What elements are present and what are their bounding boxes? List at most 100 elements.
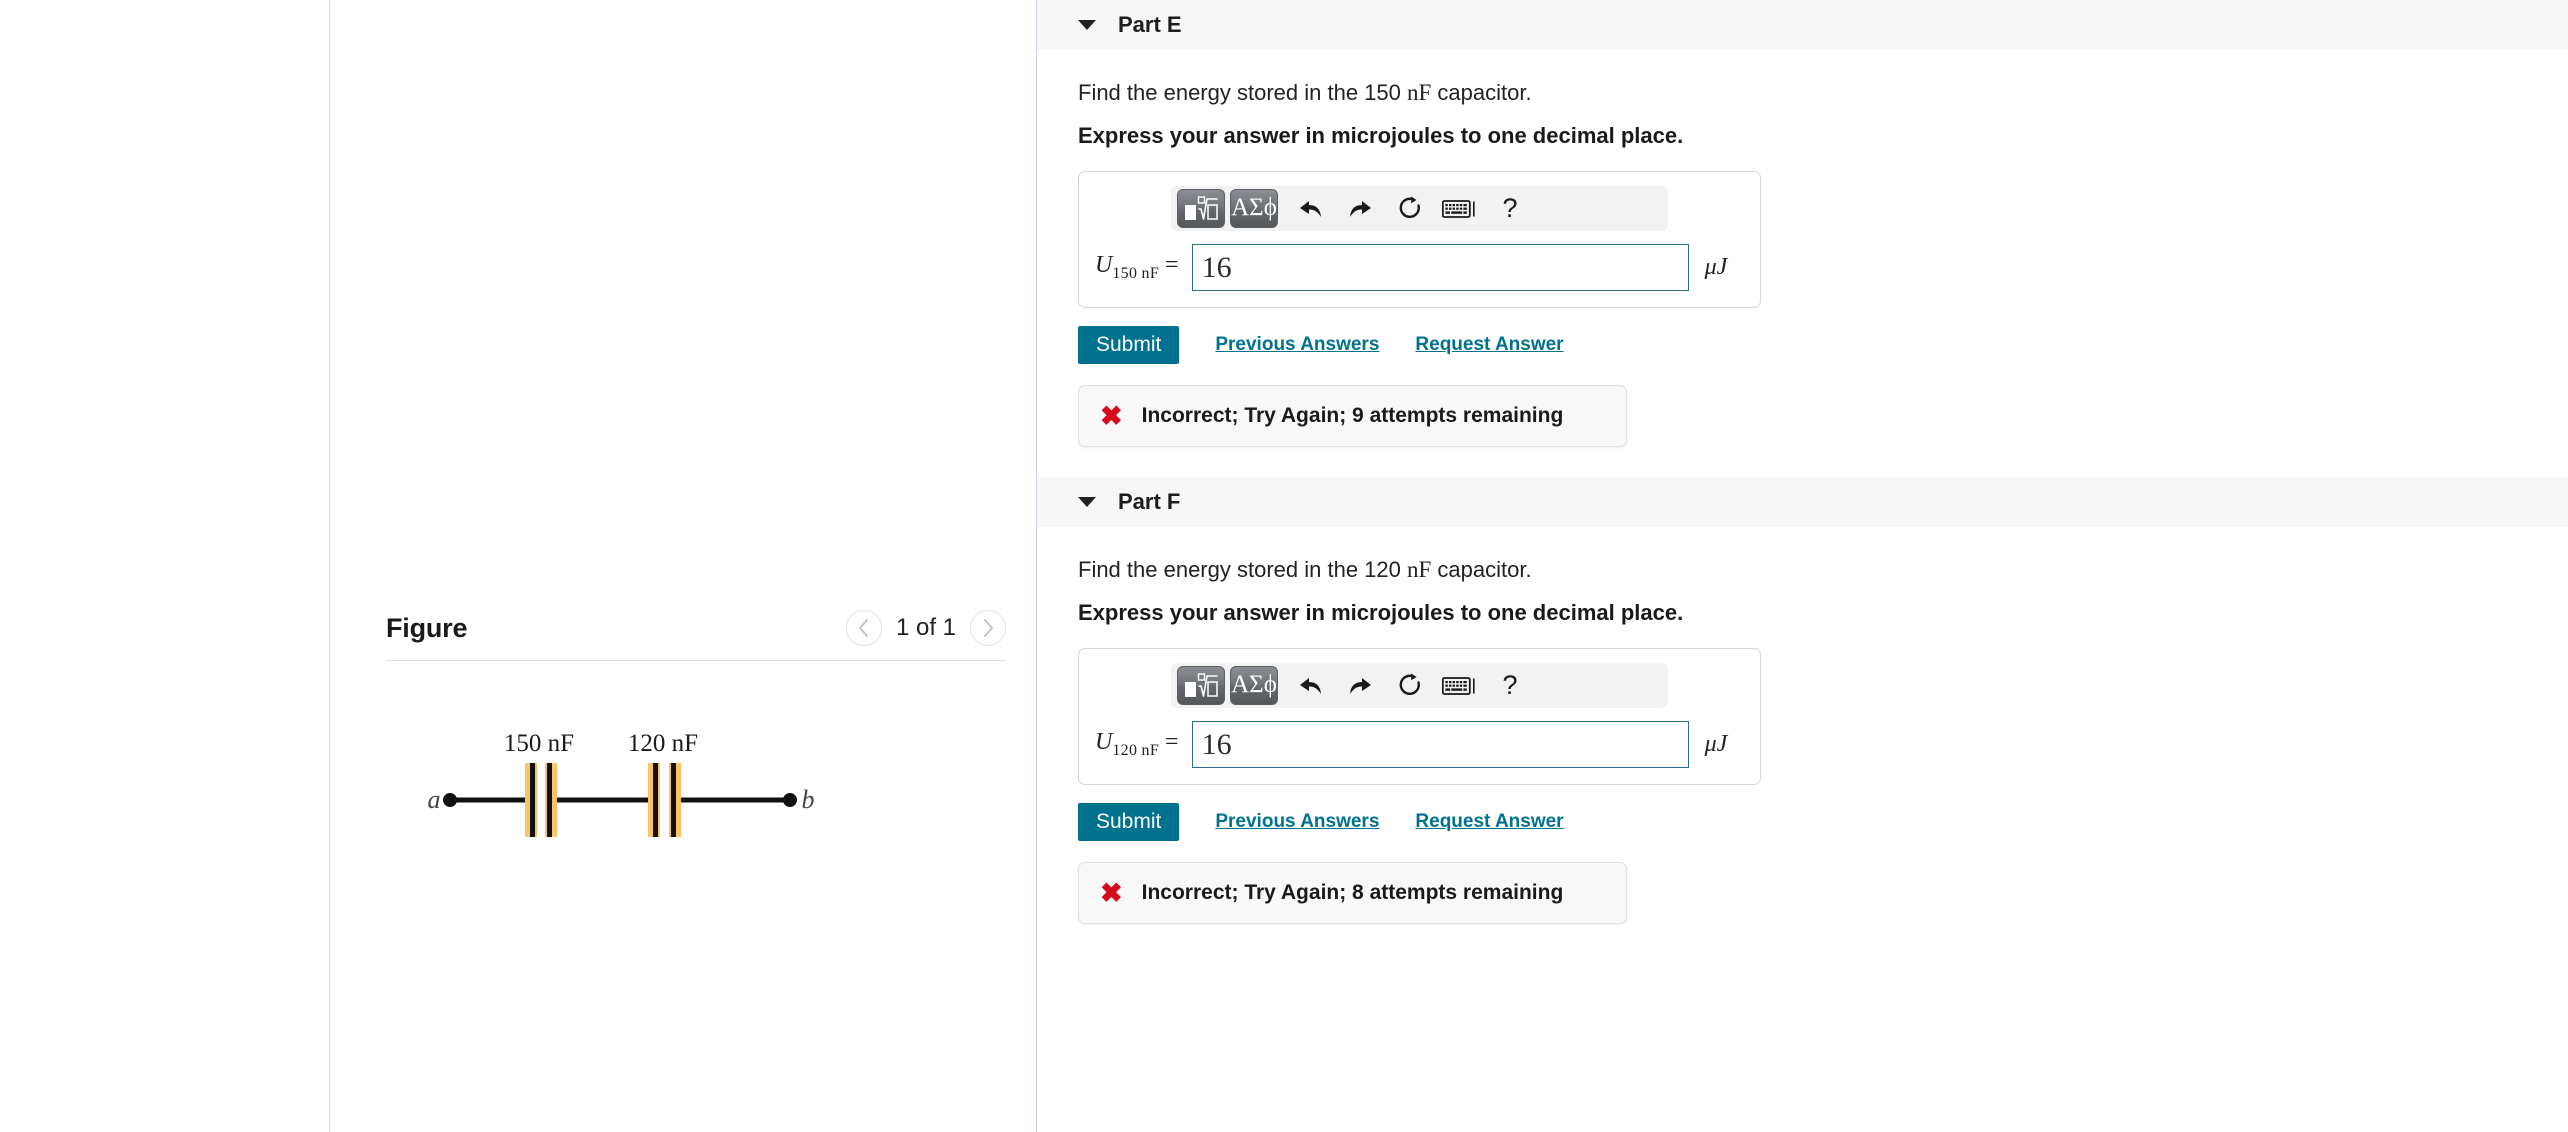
part-f-answer-row: U120 nF = μJ bbox=[1095, 721, 1744, 768]
part-e-answer-input[interactable] bbox=[1191, 244, 1689, 291]
part-e-prompt-unit: nF bbox=[1407, 80, 1432, 105]
part-e-header[interactable]: Part E bbox=[1037, 0, 2568, 50]
caret-down-icon[interactable] bbox=[1078, 497, 1096, 507]
math-template-glyph bbox=[1185, 672, 1218, 697]
part-f-variable-label: U120 nF = bbox=[1095, 729, 1179, 760]
greek-symbols-label: ΑΣϕ bbox=[1231, 194, 1277, 221]
part-f-variable-symbol: U bbox=[1095, 729, 1113, 756]
page-root: Figure 1 of 1 150 nF 120 nF a b Part E F… bbox=[0, 0, 2568, 1132]
figure-counter: 1 of 1 bbox=[895, 614, 956, 641]
part-f-answer-box: ΑΣϕ ? U120 nF = 16 μJ bbox=[1078, 648, 1761, 785]
redo-button[interactable] bbox=[1337, 666, 1383, 705]
undo-button[interactable] bbox=[1287, 189, 1333, 228]
redo-button[interactable] bbox=[1337, 189, 1383, 228]
reset-button[interactable] bbox=[1387, 666, 1433, 705]
part-f-feedback-text: Incorrect; Try Again; 8 attempts remaini… bbox=[1141, 881, 1564, 904]
capacitor-1-plate-left bbox=[530, 763, 535, 837]
help-button[interactable]: ? bbox=[1487, 189, 1533, 228]
chevron-right-icon bbox=[983, 619, 993, 637]
redo-icon bbox=[1349, 677, 1371, 694]
terminal-dot-a bbox=[443, 793, 457, 807]
keyboard-button[interactable] bbox=[1437, 189, 1483, 228]
part-e-answer-row: U150 nF = μJ bbox=[1095, 244, 1744, 291]
part-f-body: Find the energy stored in the 120 nF cap… bbox=[1037, 557, 2568, 924]
help-label: ? bbox=[1502, 193, 1518, 223]
redo-icon bbox=[1349, 200, 1371, 217]
help-label: ? bbox=[1502, 670, 1518, 700]
figure-prev-button[interactable] bbox=[845, 610, 882, 646]
part-f-prompt: Find the energy stored in the 120 nF cap… bbox=[1078, 557, 2568, 583]
part-e-prompt-after: capacitor. bbox=[1431, 80, 1532, 105]
figure-navigation: 1 of 1 bbox=[845, 610, 1036, 646]
reset-button[interactable] bbox=[1387, 189, 1433, 228]
part-e-actions: Submit Previous Answers Request Answer bbox=[1078, 326, 2568, 364]
part-f-math-toolbar: ΑΣϕ ? bbox=[1171, 663, 1668, 708]
part-e-instruction: Express your answer in microjoules to on… bbox=[1078, 123, 1684, 148]
figure-title: Figure bbox=[386, 612, 468, 643]
figure-panel: Figure 1 of 1 150 nF 120 nF a b bbox=[386, 610, 1036, 961]
part-e-bottom-spacer bbox=[1078, 447, 2568, 477]
math-template-glyph bbox=[1185, 195, 1218, 220]
part-f-prompt-unit: nF bbox=[1407, 557, 1432, 582]
node-a-label: a bbox=[428, 785, 441, 814]
series-capacitor-circuit-svg: 150 nF 120 nF a b bbox=[428, 730, 815, 837]
reset-icon bbox=[1399, 196, 1420, 218]
part-e-body: Find the energy stored in the 150 nF cap… bbox=[1037, 80, 2568, 477]
part-f-unit-label: μJ bbox=[1704, 731, 1728, 757]
capacitor-1-plate-right bbox=[547, 763, 552, 837]
part-f-request-answer-link[interactable]: Request Answer bbox=[1415, 811, 1563, 833]
undo-icon bbox=[1299, 677, 1321, 694]
part-e-request-answer-link[interactable]: Request Answer bbox=[1415, 334, 1563, 356]
part-e-variable-symbol: U bbox=[1095, 252, 1113, 279]
part-e-prompt: Find the energy stored in the 150 nF cap… bbox=[1078, 80, 2568, 106]
math-template-icon[interactable] bbox=[1177, 189, 1225, 228]
part-e-feedback-text: Incorrect; Try Again; 9 attempts remaini… bbox=[1141, 404, 1564, 427]
node-b-label: b bbox=[802, 785, 815, 814]
part-e-label: Part E bbox=[1118, 12, 1182, 37]
capacitor-1-label: 150 nF bbox=[504, 730, 574, 757]
figure-next-button[interactable] bbox=[970, 610, 1006, 646]
part-e-variable-label: U150 nF = bbox=[1095, 252, 1179, 283]
part-e-variable-subscript: 150 nF bbox=[1112, 264, 1160, 282]
figure-header: Figure 1 of 1 bbox=[386, 610, 1036, 660]
capacitor-2-plate-right bbox=[671, 763, 676, 837]
part-e-submit-button[interactable]: Submit bbox=[1078, 326, 1180, 364]
caret-down-icon[interactable] bbox=[1078, 20, 1096, 30]
part-f-prompt-before: Find the energy stored in the 120 bbox=[1078, 557, 1407, 582]
part-e-previous-answers-link[interactable]: Previous Answers bbox=[1215, 334, 1379, 356]
greek-symbols-button[interactable]: ΑΣϕ bbox=[1230, 189, 1278, 228]
reset-icon bbox=[1399, 673, 1420, 695]
part-f-label: Part F bbox=[1118, 489, 1181, 514]
math-template-icon[interactable] bbox=[1177, 666, 1225, 705]
part-e-unit-label: μJ bbox=[1704, 254, 1728, 280]
part-f-feedback: ✖ Incorrect; Try Again; 8 attempts remai… bbox=[1078, 862, 1627, 924]
greek-symbols-button[interactable]: ΑΣϕ bbox=[1230, 666, 1278, 705]
part-f-equals-sign: = bbox=[1165, 729, 1179, 756]
circuit-diagram: 150 nF 120 nF a b bbox=[426, 721, 816, 866]
keyboard-icon bbox=[1442, 199, 1475, 218]
undo-button[interactable] bbox=[1287, 666, 1333, 705]
chevron-left-icon bbox=[859, 619, 869, 637]
parts-container: Part E Find the energy stored in the 150… bbox=[1037, 0, 2568, 924]
part-e-prompt-before: Find the energy stored in the 150 bbox=[1078, 80, 1407, 105]
part-f-answer-input[interactable] bbox=[1191, 721, 1689, 768]
part-f-prompt-after: capacitor. bbox=[1431, 557, 1532, 582]
keyboard-button[interactable] bbox=[1437, 666, 1483, 705]
part-f-submit-button[interactable]: Submit bbox=[1078, 803, 1180, 841]
error-x-icon: ✖ bbox=[1100, 877, 1123, 908]
part-e-math-toolbar: ΑΣϕ ? bbox=[1171, 186, 1668, 231]
greek-symbols-label: ΑΣϕ bbox=[1231, 671, 1277, 698]
part-f-previous-answers-link[interactable]: Previous Answers bbox=[1215, 811, 1379, 833]
help-button[interactable]: ? bbox=[1487, 666, 1533, 705]
part-e-answer-box: ΑΣϕ ? U150 nF = 16 μJ bbox=[1078, 171, 1761, 308]
keyboard-icon bbox=[1442, 676, 1475, 695]
part-f-instruction: Express your answer in microjoules to on… bbox=[1078, 600, 1684, 625]
figure-image-area: 150 nF 120 nF a b bbox=[386, 661, 1036, 961]
capacitor-2-label: 120 nF bbox=[628, 730, 698, 757]
part-e-equals-sign: = bbox=[1165, 252, 1179, 279]
error-x-icon: ✖ bbox=[1100, 400, 1123, 431]
part-f-header[interactable]: Part F bbox=[1037, 477, 2568, 527]
capacitor-2-plate-left bbox=[653, 763, 658, 837]
part-e-feedback: ✖ Incorrect; Try Again; 9 attempts remai… bbox=[1078, 385, 1627, 447]
part-f-actions: Submit Previous Answers Request Answer bbox=[1078, 803, 2568, 841]
